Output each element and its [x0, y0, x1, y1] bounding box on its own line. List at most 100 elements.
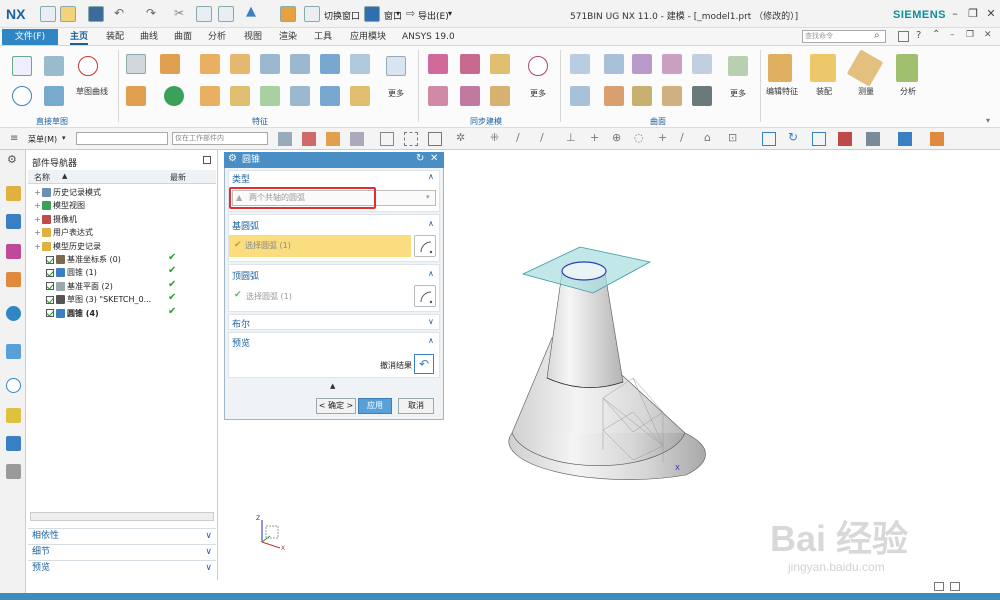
settings-icon[interactable]: ⚙: [7, 153, 17, 166]
ok-button[interactable]: < 确定 >: [316, 398, 356, 414]
sketch-curve-label[interactable]: 草图曲线: [76, 86, 108, 97]
unite-icon[interactable]: [230, 54, 250, 74]
endpoint-icon[interactable]: [428, 132, 442, 146]
tree-row[interactable]: + 模型历史记录: [34, 240, 101, 253]
clock-icon[interactable]: [6, 378, 21, 393]
point-on-curve-icon[interactable]: /: [680, 131, 684, 144]
constraint-navigator-icon[interactable]: [6, 214, 21, 229]
sketch-icon[interactable]: [12, 56, 32, 76]
thicken-icon[interactable]: [320, 86, 340, 106]
extrude-icon[interactable]: [126, 54, 146, 74]
dialog-close-icon[interactable]: ✕: [430, 153, 438, 164]
undo-result-button[interactable]: ↶: [414, 354, 434, 374]
more-sync-label[interactable]: 更多: [530, 88, 546, 99]
more-surface-label[interactable]: 更多: [730, 88, 746, 99]
help-icon[interactable]: ?: [916, 30, 921, 41]
visibility-checkbox[interactable]: [46, 255, 54, 264]
resize-blend-icon[interactable]: [490, 86, 510, 106]
dialog-gear-icon[interactable]: ⚙: [228, 153, 237, 164]
move-face-icon[interactable]: [428, 54, 448, 74]
web-browser-icon[interactable]: [6, 306, 21, 321]
more-features-icon[interactable]: [386, 56, 406, 76]
tree-row[interactable]: + 用户表达式: [34, 226, 93, 239]
rectangle-select-icon[interactable]: [380, 132, 394, 146]
select-arc-button[interactable]: [414, 285, 436, 307]
shell-icon[interactable]: [350, 54, 370, 74]
graphics-viewport[interactable]: X: [445, 150, 1000, 590]
expand-toggle-icon[interactable]: +: [34, 226, 42, 239]
snap-options-icon[interactable]: ✲: [456, 131, 465, 144]
new-file-icon[interactable]: [40, 6, 56, 22]
visibility-checkbox[interactable]: [46, 268, 54, 277]
select-icon[interactable]: [302, 132, 316, 146]
panel-preview[interactable]: 预览 ∨: [28, 560, 216, 575]
touch-panel-icon[interactable]: [898, 31, 909, 42]
dialog-reset-icon[interactable]: ↻: [416, 153, 424, 164]
studio-surface-icon[interactable]: [662, 54, 682, 74]
expand-toggle-icon[interactable]: +: [34, 199, 42, 212]
intersect-icon[interactable]: [290, 54, 310, 74]
ruled-icon[interactable]: [692, 54, 712, 74]
column-name[interactable]: 名称: [34, 172, 50, 183]
tree-row[interactable]: 基准平面 (2): [46, 280, 113, 293]
pattern-icon[interactable]: [320, 54, 340, 74]
open-folder-icon[interactable]: [60, 6, 76, 22]
intersection-icon[interactable]: ⊥: [566, 131, 576, 144]
boolean-header[interactable]: 布尔: [232, 317, 250, 330]
trim-sheet-icon[interactable]: [632, 86, 652, 106]
delete-face-icon[interactable]: [460, 86, 480, 106]
bounded-grid-icon[interactable]: ⊡: [728, 131, 737, 144]
measure-label[interactable]: 测量: [858, 86, 874, 97]
save-icon[interactable]: [88, 6, 104, 22]
patch-icon[interactable]: [604, 86, 624, 106]
tangent-icon[interactable]: ◌: [634, 131, 644, 144]
preview-header[interactable]: 预览: [232, 336, 250, 349]
tab-home[interactable]: 主页: [70, 30, 89, 45]
close-button[interactable]: ✕: [984, 7, 998, 21]
midpoint-icon[interactable]: /: [516, 131, 520, 144]
pull-face-icon[interactable]: [460, 54, 480, 74]
tab-applications[interactable]: 应用模块: [350, 30, 386, 45]
column-latest[interactable]: 最新: [170, 172, 186, 183]
circle-icon[interactable]: [12, 86, 32, 106]
window-dropdown-icon[interactable]: ▾: [396, 9, 400, 18]
trim-body-icon[interactable]: [290, 86, 310, 106]
status-icon[interactable]: [934, 582, 944, 591]
base-arc-selector[interactable]: 选择圆弧 (1): [229, 235, 411, 257]
tree-row[interactable]: 基准坐标系 (0): [46, 253, 121, 266]
more-surface-icon[interactable]: [728, 56, 748, 76]
tab-analysis[interactable]: 分析: [208, 30, 226, 45]
part-navigator-icon[interactable]: [6, 244, 21, 259]
base-arc-header[interactable]: 基圆弧: [232, 219, 259, 232]
quadrant-icon[interactable]: ⊕: [612, 131, 621, 144]
expand-boolean-icon[interactable]: ∨: [428, 317, 434, 326]
view-section-icon[interactable]: [838, 132, 852, 146]
tree-row[interactable]: + 摄像机: [34, 213, 77, 226]
menu-button[interactable]: 菜单(M): [28, 134, 57, 145]
sew-icon[interactable]: [662, 86, 682, 106]
zoom-icon[interactable]: [812, 132, 826, 146]
hole-icon[interactable]: [200, 54, 220, 74]
tree-row[interactable]: 草图 (3) "SKETCH_0...: [46, 293, 151, 306]
draft-icon[interactable]: [260, 86, 280, 106]
tree-row[interactable]: 圆锥 (4): [46, 307, 99, 320]
datum-icon[interactable]: [164, 86, 184, 106]
tab-ansys[interactable]: ANSYS 19.0: [402, 30, 455, 45]
doc-minimize-icon[interactable]: –: [950, 30, 955, 40]
analysis-icon[interactable]: [896, 54, 918, 82]
existing-point-icon[interactable]: +: [658, 131, 667, 144]
collapse-top-icon[interactable]: ∧: [428, 269, 434, 278]
visibility-checkbox[interactable]: [46, 295, 54, 304]
select-arc-button[interactable]: [414, 235, 436, 257]
search-icon[interactable]: ⌕: [874, 30, 880, 41]
extract-geometry-icon[interactable]: [692, 86, 712, 106]
history-icon[interactable]: [6, 344, 21, 359]
touch-mode-icon[interactable]: [280, 6, 296, 22]
orient-view-icon[interactable]: [898, 132, 912, 146]
offset-region-icon[interactable]: [490, 54, 510, 74]
grid-snap-icon[interactable]: ⁜: [490, 131, 499, 144]
point-icon[interactable]: [78, 56, 98, 76]
doc-close-icon[interactable]: ✕: [984, 30, 992, 40]
tab-render[interactable]: 渲染: [279, 30, 297, 45]
through-curves-icon[interactable]: [570, 54, 590, 74]
